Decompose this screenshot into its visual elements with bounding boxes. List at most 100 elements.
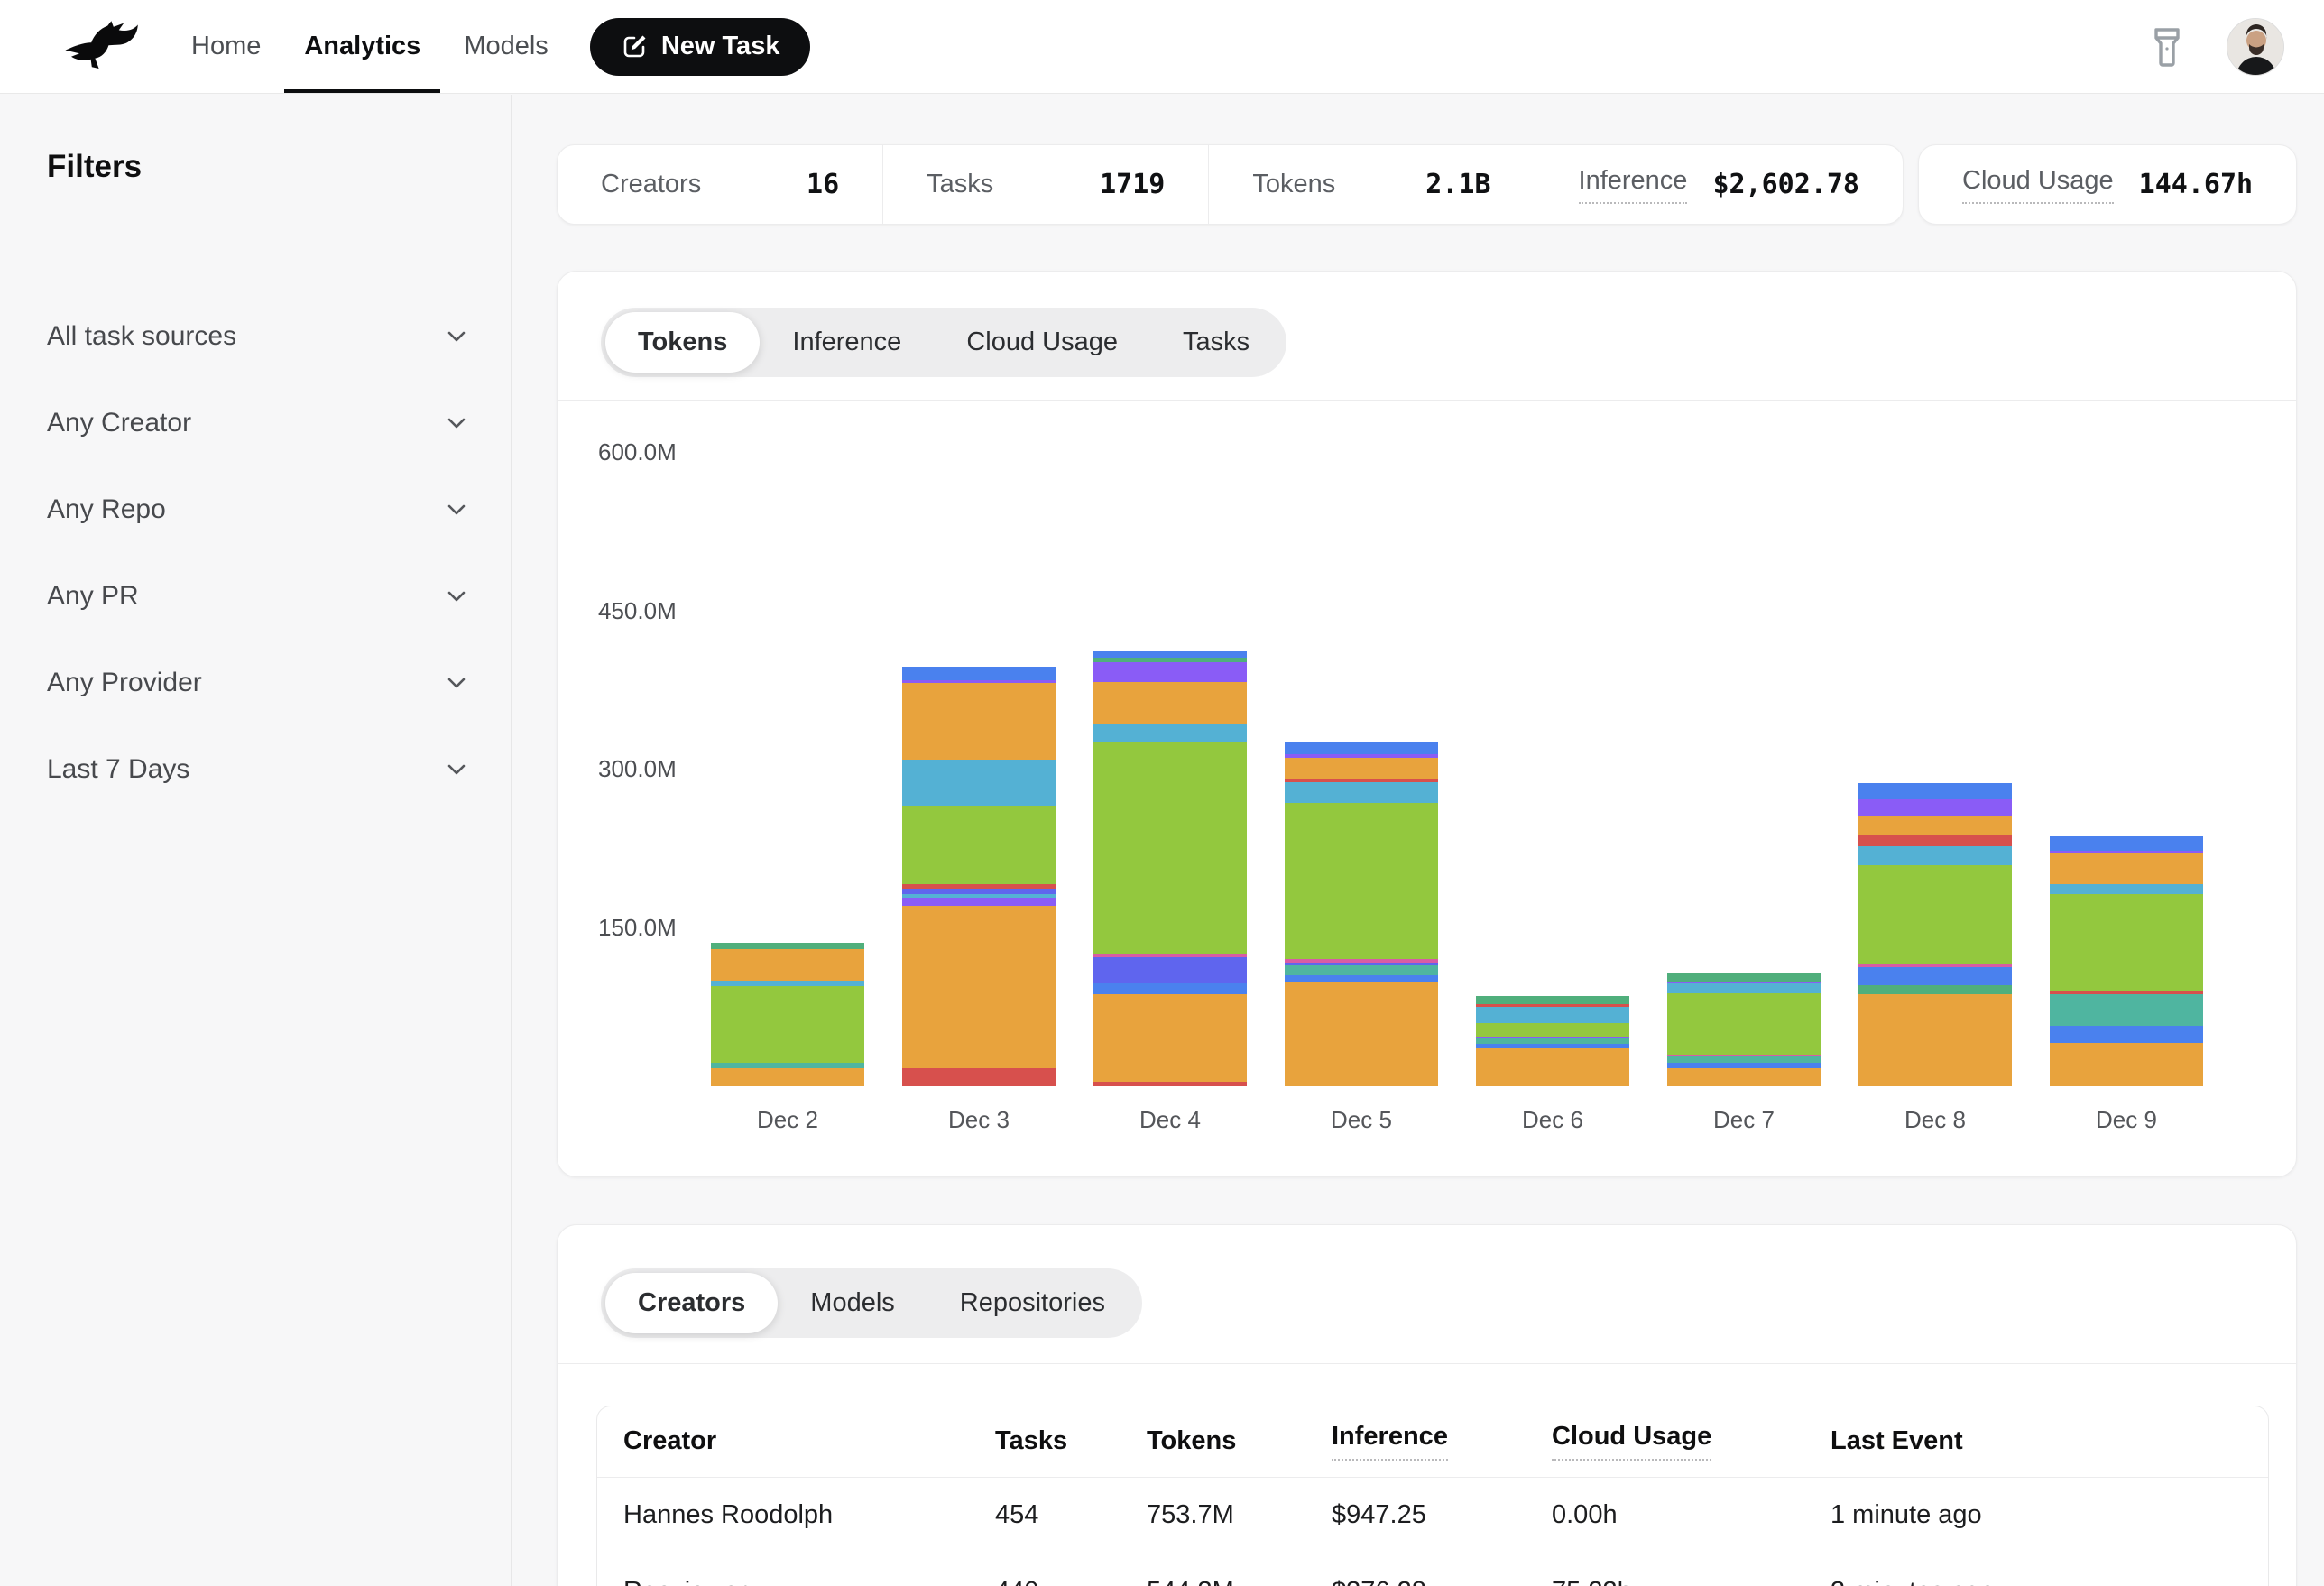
bar-segment-orange	[1667, 1068, 1821, 1086]
bar-segment-orange	[711, 949, 864, 981]
stacked-bar[interactable]	[1667, 973, 1821, 1086]
bar-segment-purple	[1858, 799, 2012, 816]
bar-column-dec-4	[1074, 401, 1266, 1086]
bar-segment-lightblue	[1285, 782, 1438, 803]
bar-segment-orange	[1476, 1048, 1629, 1086]
kangaroo-logo-icon	[63, 19, 139, 75]
bar-column-dec-7	[1648, 401, 1840, 1086]
stat-tokens: Tokens 2.1B	[1208, 145, 1534, 224]
stat-label: Tokens	[1252, 170, 1335, 199]
stacked-bar[interactable]	[1858, 783, 2012, 1086]
bar-segment-green	[1285, 803, 1438, 960]
bar-column-dec-6	[1457, 401, 1648, 1086]
stat-label[interactable]: Inference	[1579, 166, 1688, 204]
tokens-bar-chart: 150.0M300.0M450.0M600.0M Dec 2Dec 3Dec 4…	[558, 401, 2296, 1176]
filter-label: Any Creator	[47, 408, 191, 438]
bar-segment-green	[902, 806, 1056, 884]
stat-label: Creators	[601, 170, 701, 199]
bar-segment-lightblue	[2050, 884, 2203, 894]
bar-segment-blue	[1858, 783, 2012, 800]
table-row[interactable]: Rooviewer440544.3M$376.2875.23h3 minutes…	[597, 1554, 2268, 1586]
bar-segment-red	[1093, 1082, 1247, 1086]
x-axis-label: Dec 8	[1840, 1106, 2031, 1134]
stats-card-0: Creators16Tasks1719Tokens2.1BInference$2…	[557, 144, 1904, 225]
column-header-cloud-usage[interactable]: Cloud Usage	[1526, 1406, 1804, 1477]
filters-sidebar: Filters All task sources Any Creator Any R…	[0, 95, 512, 1586]
table-cell: Hannes Roodolph	[597, 1477, 969, 1554]
table-cell: 3 minutes ago	[1804, 1554, 2268, 1586]
filter-label: All task sources	[47, 321, 236, 352]
bar-column-dec-2	[692, 401, 883, 1086]
bar-segment-blue	[1093, 983, 1247, 994]
column-header-last-event: Last Event	[1804, 1406, 2268, 1477]
filter-any-repo[interactable]: Any Repo	[47, 483, 469, 537]
stat-value: $2,602.78	[1712, 169, 1859, 200]
filter-any-creator[interactable]: Any Creator	[47, 396, 469, 450]
bar-segment-orange	[711, 1068, 864, 1086]
stat-label[interactable]: Cloud Usage	[1962, 166, 2114, 204]
stat-value: 16	[807, 169, 839, 200]
column-header-inference[interactable]: Inference	[1305, 1406, 1526, 1477]
bar-segment-lightblue	[1476, 1007, 1629, 1023]
bar-segment-blue	[2050, 1026, 2203, 1043]
breakdown-card: CreatorsModelsRepositories CreatorTasksT…	[557, 1224, 2297, 1586]
avatar[interactable]	[2227, 18, 2284, 76]
tab-tokens[interactable]: Tokens	[605, 312, 760, 373]
table-row[interactable]: Hannes Roodolph454753.7M$947.250.00h1 mi…	[597, 1477, 2268, 1554]
stat-label: Tasks	[927, 170, 993, 199]
bar-segment-orange	[902, 683, 1056, 759]
stacked-bar[interactable]	[1285, 742, 1438, 1086]
chevron-down-icon	[444, 584, 469, 609]
filter-last-7-days[interactable]: Last 7 Days	[47, 742, 469, 797]
bar-segment-green	[1476, 1023, 1629, 1037]
stacked-bar[interactable]	[902, 667, 1056, 1086]
bar-segment-lightblue	[902, 760, 1056, 807]
bar-segment-orange	[1285, 982, 1438, 1086]
bar-segment-orange	[902, 906, 1056, 1069]
stat-inference: Inference $2,602.78	[1535, 145, 1903, 224]
top-nav: HomeAnalyticsModels New Task	[0, 0, 2324, 94]
new-task-button[interactable]: New Task	[590, 18, 811, 76]
tab-tasks[interactable]: Tasks	[1150, 312, 1282, 373]
column-header-tokens: Tokens	[1120, 1406, 1305, 1477]
bar-segment-teal	[2050, 994, 2203, 1026]
stacked-bar[interactable]	[2050, 836, 2203, 1086]
table-cell: $947.25	[1305, 1477, 1526, 1554]
tab-models[interactable]: Models	[778, 1273, 927, 1333]
filter-label: Last 7 Days	[47, 754, 189, 785]
table-cell: 753.7M	[1120, 1477, 1305, 1554]
bar-segment-orange	[1093, 682, 1247, 724]
bar-segment-red	[1858, 835, 2012, 846]
stacked-bar[interactable]	[1093, 651, 1247, 1086]
x-axis-label: Dec 3	[883, 1106, 1074, 1134]
tab-cloud-usage[interactable]: Cloud Usage	[934, 312, 1150, 373]
chevron-down-icon	[444, 324, 469, 349]
stat-cloud-usage: Cloud Usage144.67h	[1919, 145, 2296, 224]
stacked-bar[interactable]	[1476, 996, 1629, 1086]
filter-any-provider[interactable]: Any Provider	[47, 656, 469, 710]
nav-link-home[interactable]: Home	[170, 0, 282, 93]
creators-table: CreatorTasksTokensInferenceCloud UsageLa…	[596, 1406, 2269, 1586]
bar-segment-blue	[2050, 836, 2203, 850]
breakdown-card-divider	[558, 1363, 2296, 1364]
bar-segment-seagreen	[1476, 996, 1629, 1003]
filter-label: Any PR	[47, 581, 139, 612]
filter-any-pr[interactable]: Any PR	[47, 569, 469, 623]
tab-inference[interactable]: Inference	[760, 312, 934, 373]
tab-repositories[interactable]: Repositories	[927, 1273, 1138, 1333]
nav-link-analytics[interactable]: Analytics	[282, 0, 442, 93]
bar-segment-red	[902, 1068, 1056, 1086]
bar-segment-purple	[902, 898, 1056, 905]
filter-all-task-sources[interactable]: All task sources	[47, 309, 469, 364]
flashlight-icon[interactable]	[2149, 25, 2185, 69]
filters-title: Filters	[47, 149, 511, 185]
bar-segment-teal	[1285, 965, 1438, 975]
x-axis-label: Dec 6	[1457, 1106, 1648, 1134]
nav-link-models[interactable]: Models	[442, 0, 570, 93]
stat-value: 2.1B	[1425, 169, 1490, 200]
bar-segment-orange	[2050, 1043, 2203, 1086]
tab-creators[interactable]: Creators	[605, 1273, 778, 1333]
bar-segment-green	[1093, 742, 1247, 954]
bar-segment-orange	[1858, 816, 2012, 835]
stacked-bar[interactable]	[711, 943, 864, 1086]
